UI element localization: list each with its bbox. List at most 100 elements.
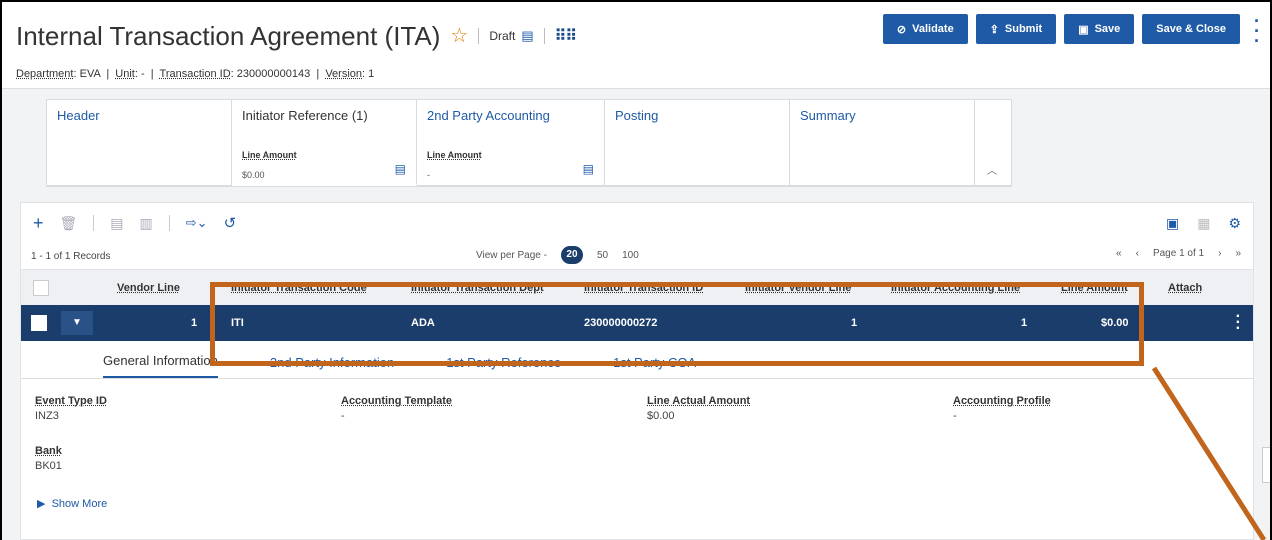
caret-right-icon: ▶ [37, 498, 46, 510]
records-row: 1 - 1 of 1 Records View per Page - 20 50… [21, 243, 1253, 269]
field-label: Accounting Profile [953, 395, 1051, 407]
view-per-page-label: View per Page - [476, 249, 547, 261]
department-label: Department [16, 68, 74, 80]
subtab-1st-party-coa[interactable]: 1st Party COA [613, 355, 696, 378]
tab-initiator-reference[interactable]: Initiator Reference (1) Line Amount $0.0… [232, 100, 417, 186]
column-header[interactable]: Attach [1168, 282, 1202, 294]
status-label: Draft [489, 29, 516, 43]
tab-2nd-party-accounting[interactable]: 2nd Party Accounting Line Amount - ▤ [417, 100, 605, 186]
field-event-type-id: Event Type ID INZ3 [35, 395, 107, 422]
unit-value: - [140, 68, 145, 80]
table-row[interactable]: ▼ 1 ITI ADA 230000000272 1 1 $0.00 · · · [21, 305, 1253, 341]
column-header[interactable]: Initiator Vendor Line [745, 282, 851, 294]
app-grid-icon[interactable]: ⠿⠿ [555, 26, 577, 46]
field-value: BK01 [35, 460, 62, 472]
grid-panel: + 🗑 ▤ ▥ ⇨⌄ ↺ ▣ ▦ ⚙ 1 - 1 of 1 Records Vi… [20, 202, 1254, 540]
subtab-2nd-party-information[interactable]: 2nd Party Information [270, 355, 394, 378]
transaction-meta: Department: EVA | Unit: - | Transaction … [16, 68, 375, 80]
tab-sub-value: - [427, 170, 430, 180]
subtab-1st-party-reference[interactable]: 1st Party Reference [446, 355, 561, 378]
show-more-label: Show More [51, 498, 108, 510]
first-page-icon[interactable]: « [1116, 248, 1122, 259]
divider [543, 28, 545, 44]
field-label: Event Type ID [35, 395, 107, 407]
field-value: $0.00 [647, 410, 675, 422]
add-icon[interactable]: + [33, 213, 44, 234]
document-icon[interactable]: ▤ [521, 28, 533, 44]
field-label: Accounting Template [341, 395, 453, 407]
document-icon[interactable]: ▤ [583, 162, 594, 176]
submit-label: Submit [1004, 23, 1043, 35]
last-page-icon[interactable]: » [1235, 248, 1241, 259]
save-close-label: Save & Close [1156, 23, 1226, 35]
column-header[interactable]: Initiator Transaction Code [231, 282, 367, 294]
version-label: Version [325, 68, 363, 80]
save-icon: ▣ [1078, 23, 1089, 36]
row-checkbox[interactable] [31, 315, 47, 331]
grid-view-controls: ▣ ▦ ⚙ [1166, 215, 1241, 232]
tab-title: Posting [615, 108, 659, 123]
chevron-down-icon[interactable]: ▼ [61, 311, 93, 335]
subtab-general-information[interactable]: General Information [103, 353, 218, 378]
card-view-icon[interactable]: ▣ [1166, 215, 1179, 232]
select-all-checkbox[interactable] [33, 280, 49, 296]
detail-subtabs: General Information 2nd Party Informatio… [21, 341, 1253, 379]
action-buttons: ⊘ Validate ⇪ Submit ▣ Save Save & Close [882, 14, 1240, 44]
field-value: INZ3 [35, 410, 59, 422]
save-close-button[interactable]: Save & Close [1142, 14, 1240, 44]
copy-icon[interactable]: ▤ [110, 215, 123, 232]
row-menu-icon[interactable]: · · · [1236, 309, 1241, 337]
department-value: EVA [79, 68, 101, 80]
column-header[interactable]: Initiator Transaction Dept [411, 282, 544, 294]
favorite-star-icon[interactable]: ☆ [450, 26, 468, 46]
divider [478, 28, 480, 44]
delete-icon[interactable]: 🗑 [60, 215, 78, 232]
export-icon[interactable]: ⇨⌄ [186, 215, 208, 231]
submit-button[interactable]: ⇪ Submit [975, 14, 1057, 44]
tab-summary[interactable]: Summary [790, 100, 975, 186]
refresh-icon[interactable]: ↺ [224, 214, 237, 232]
settings-gear-icon[interactable]: ⚙ [1228, 215, 1241, 232]
side-panel-handle[interactable] [1262, 447, 1270, 483]
prev-page-icon[interactable]: ‹ [1136, 248, 1139, 259]
table-header: Vendor Line Initiator Transaction Code I… [21, 269, 1253, 305]
next-page-icon[interactable]: › [1218, 248, 1221, 259]
column-header[interactable]: Initiator Transaction ID [584, 282, 703, 294]
tab-sub-label: Line Amount [427, 150, 482, 160]
records-count: 1 - 1 of 1 Records [31, 250, 111, 262]
page-size-option[interactable]: 20 [560, 246, 583, 264]
page-size-option[interactable]: 100 [622, 250, 639, 261]
field-value: - [341, 410, 345, 422]
paste-icon[interactable]: ▥ [140, 215, 153, 232]
document-icon[interactable]: ▤ [395, 162, 406, 176]
cell-transaction-dept: ADA [411, 317, 435, 329]
version-value: 1 [368, 68, 375, 80]
table-view-icon[interactable]: ▦ [1197, 215, 1210, 232]
grid-toolbar: + 🗑 ▤ ▥ ⇨⌄ ↺ [21, 203, 1253, 243]
field-value: - [953, 410, 957, 422]
tab-title: Initiator Reference (1) [242, 108, 368, 123]
page-size-option[interactable]: 50 [597, 250, 608, 261]
tab-header[interactable]: Header [47, 100, 232, 186]
check-circle-icon: ⊘ [896, 23, 907, 36]
validate-button[interactable]: ⊘ Validate [882, 14, 968, 44]
detail-fields: Event Type ID INZ3 Accounting Template -… [21, 379, 1253, 519]
transaction-id-value: 230000000143 [236, 68, 311, 80]
cell-initiator-vendor-line: 1 [851, 317, 858, 329]
cell-line-amount: $0.00 [1101, 317, 1129, 329]
page-label: Page 1 of 1 [1152, 248, 1205, 259]
field-label: Line Actual Amount [647, 395, 751, 407]
column-header[interactable]: Line Amount [1061, 282, 1128, 294]
section-tabs: Header Initiator Reference (1) Line Amou… [46, 99, 1012, 187]
save-button[interactable]: ▣ Save [1064, 14, 1135, 44]
tab-posting[interactable]: Posting [605, 100, 790, 186]
show-more-link[interactable]: ▶ Show More [37, 497, 107, 510]
collapse-tabs-button[interactable]: ︿ [975, 100, 1011, 186]
field-accounting-template: Accounting Template - [341, 395, 452, 422]
tab-title: 2nd Party Accounting [427, 108, 550, 123]
more-options-icon[interactable]: · · · [1254, 12, 1260, 50]
work-area: Header Initiator Reference (1) Line Amou… [2, 89, 1270, 540]
column-header[interactable]: Initiator Accounting Line [891, 282, 1020, 294]
column-header[interactable]: Vendor Line [117, 282, 180, 294]
unit-label: Unit [115, 68, 135, 80]
